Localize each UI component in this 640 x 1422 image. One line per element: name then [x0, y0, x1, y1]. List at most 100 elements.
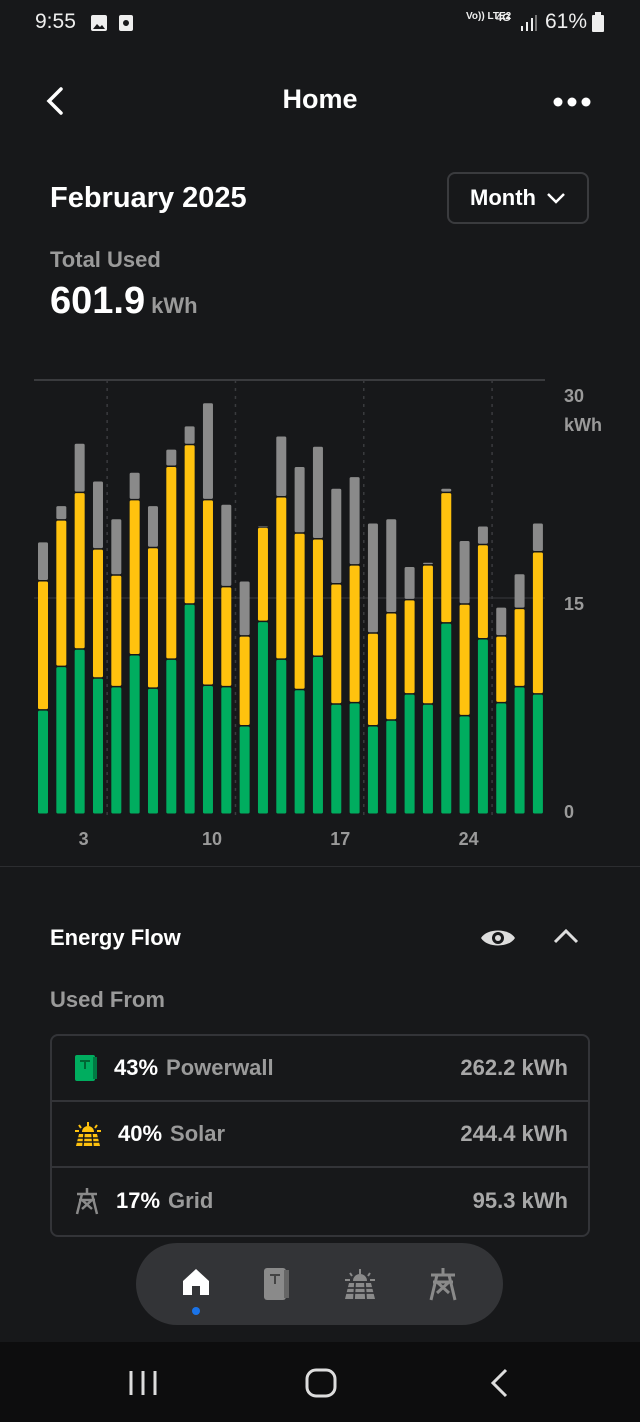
bar-powerwall-day-8[interactable]	[166, 659, 177, 814]
bar-grid-day-9[interactable]	[184, 426, 195, 444]
bar-grid-day-5[interactable]	[111, 519, 122, 575]
bar-powerwall-day-22[interactable]	[422, 704, 433, 814]
bar-solar-day-1[interactable]	[38, 581, 48, 710]
bar-powerwall-day-23[interactable]	[441, 623, 452, 814]
eye-icon[interactable]	[479, 924, 517, 952]
bar-powerwall-day-6[interactable]	[129, 655, 140, 814]
bar-grid-day-27[interactable]	[514, 574, 525, 608]
bar-grid-day-26[interactable]	[496, 607, 507, 636]
back-system-button[interactable]	[488, 1368, 510, 1398]
bar-powerwall-day-10[interactable]	[202, 685, 213, 814]
bar-solar-day-20[interactable]	[386, 613, 397, 720]
bar-solar-day-4[interactable]	[92, 549, 103, 678]
recent-apps-button[interactable]	[128, 1370, 158, 1396]
bar-powerwall-day-2[interactable]	[56, 667, 67, 814]
nav-home[interactable]	[181, 1267, 211, 1315]
daily-usage-chart[interactable]: 30 kWh 15 0 3 10 17 24	[0, 370, 640, 860]
bar-powerwall-day-3[interactable]	[74, 649, 85, 814]
bar-powerwall-day-28[interactable]	[532, 694, 543, 814]
bar-powerwall-day-12[interactable]	[239, 726, 250, 814]
more-options-button[interactable]	[552, 94, 592, 110]
bar-solar-day-21[interactable]	[404, 600, 415, 694]
bar-grid-day-16[interactable]	[312, 446, 323, 538]
bar-powerwall-day-26[interactable]	[496, 703, 507, 814]
bar-solar-day-9[interactable]	[184, 445, 195, 604]
bar-solar-day-16[interactable]	[312, 539, 323, 656]
bar-solar-day-25[interactable]	[477, 545, 488, 639]
nav-solar-icon[interactable]	[343, 1268, 377, 1300]
bar-grid-day-2[interactable]	[56, 506, 67, 520]
bar-grid-day-22[interactable]	[422, 562, 433, 565]
bar-grid-day-18[interactable]	[349, 477, 360, 565]
bar-solar-day-15[interactable]	[294, 533, 305, 689]
bar-solar-day-28[interactable]	[532, 552, 543, 694]
source-row-powerwall[interactable]: 43% Powerwall 262.2 kWh	[52, 1036, 588, 1102]
bar-solar-day-12[interactable]	[239, 636, 250, 726]
bar-grid-day-8[interactable]	[166, 449, 177, 466]
collapse-chevron-up-icon[interactable]	[552, 926, 580, 946]
bar-solar-day-3[interactable]	[74, 493, 85, 649]
bar-solar-day-2[interactable]	[56, 520, 67, 666]
source-row-grid[interactable]: 17% Grid 95.3 kWh	[52, 1168, 588, 1234]
bar-solar-day-14[interactable]	[276, 497, 287, 659]
bar-powerwall-day-15[interactable]	[294, 690, 305, 814]
bar-grid-day-3[interactable]	[74, 443, 85, 492]
bar-solar-day-18[interactable]	[349, 565, 360, 702]
bar-powerwall-day-1[interactable]	[38, 710, 48, 814]
bar-powerwall-day-4[interactable]	[92, 678, 103, 814]
bar-grid-day-28[interactable]	[532, 523, 543, 552]
bar-solar-day-10[interactable]	[202, 500, 213, 685]
bar-grid-day-21[interactable]	[404, 567, 415, 599]
bar-grid-day-7[interactable]	[147, 506, 158, 547]
bar-solar-day-8[interactable]	[166, 467, 177, 659]
bar-solar-day-22[interactable]	[422, 565, 433, 704]
bar-powerwall-day-19[interactable]	[367, 726, 378, 814]
bar-powerwall-day-9[interactable]	[184, 604, 195, 814]
bar-grid-day-12[interactable]	[239, 581, 250, 636]
home-system-button[interactable]	[305, 1368, 337, 1398]
bar-powerwall-day-20[interactable]	[386, 720, 397, 814]
bar-solar-day-19[interactable]	[367, 633, 378, 726]
bar-grid-day-10[interactable]	[202, 403, 213, 499]
bar-grid-day-25[interactable]	[477, 526, 488, 544]
bar-solar-day-13[interactable]	[257, 527, 268, 621]
bar-powerwall-day-18[interactable]	[349, 703, 360, 814]
bar-solar-day-27[interactable]	[514, 609, 525, 686]
bar-grid-day-11[interactable]	[221, 504, 232, 586]
bar-powerwall-day-27[interactable]	[514, 687, 525, 814]
bar-solar-day-23[interactable]	[441, 493, 452, 623]
bar-powerwall-day-24[interactable]	[459, 716, 470, 814]
bar-solar-day-5[interactable]	[111, 575, 122, 686]
bar-grid-day-14[interactable]	[276, 436, 287, 496]
bar-solar-day-7[interactable]	[147, 548, 158, 688]
source-row-solar[interactable]: 40% Solar 244.4 kWh	[52, 1102, 588, 1168]
bar-grid-day-24[interactable]	[459, 540, 470, 604]
bar-powerwall-day-14[interactable]	[276, 659, 287, 814]
bar-grid-day-13[interactable]	[257, 526, 268, 528]
bar-solar-day-11[interactable]	[221, 587, 232, 686]
bar-solar-day-26[interactable]	[496, 636, 507, 702]
period-selector[interactable]: Month	[447, 172, 589, 224]
bar-grid-day-6[interactable]	[129, 472, 140, 499]
bar-solar-day-24[interactable]	[459, 604, 470, 715]
bar-grid-day-20[interactable]	[386, 519, 397, 612]
bar-powerwall-day-17[interactable]	[331, 704, 342, 814]
bar-powerwall-day-7[interactable]	[147, 688, 158, 814]
bar-powerwall-day-21[interactable]	[404, 694, 415, 814]
nav-grid-icon[interactable]	[428, 1267, 458, 1301]
bar-grid-day-15[interactable]	[294, 467, 305, 533]
bar-grid-day-23[interactable]	[441, 488, 452, 492]
bar-grid-day-4[interactable]	[92, 481, 103, 549]
bar-powerwall-day-16[interactable]	[312, 656, 323, 814]
bar-solar-day-6[interactable]	[129, 500, 140, 654]
bar-grid-day-1[interactable]	[38, 542, 48, 581]
bar-powerwall-day-5[interactable]	[111, 687, 122, 814]
bar-powerwall-day-13[interactable]	[257, 622, 268, 814]
bar-powerwall-day-11[interactable]	[221, 687, 232, 814]
status-bar: 9:55 Vo)) LTE2 4G 61%	[0, 0, 640, 45]
nav-powerwall-icon[interactable]	[262, 1267, 292, 1301]
bar-grid-day-17[interactable]	[331, 488, 342, 583]
bar-grid-day-19[interactable]	[367, 523, 378, 633]
bar-powerwall-day-25[interactable]	[477, 639, 488, 814]
bar-solar-day-17[interactable]	[331, 584, 342, 704]
